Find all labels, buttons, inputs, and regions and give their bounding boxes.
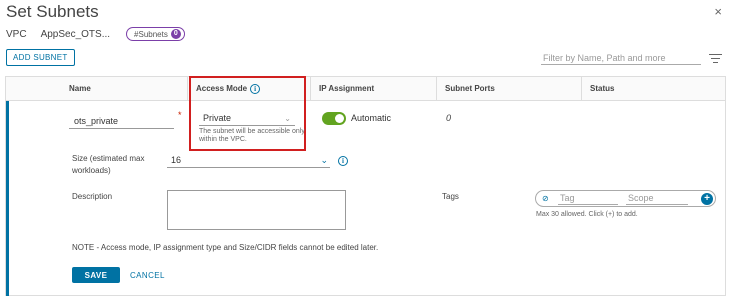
size-select[interactable]: 16 ⌄ <box>167 153 330 168</box>
access-mode-help: The subnet will be accessible only withi… <box>199 128 305 143</box>
subnets-badge: #Subnets 0 <box>126 27 185 41</box>
description-input[interactable] <box>167 190 346 230</box>
required-marker: * <box>178 110 182 120</box>
tags-label: Tags <box>442 192 459 201</box>
add-tag-icon[interactable]: + <box>701 193 713 205</box>
column-header-subnet-ports: Subnet Ports <box>436 77 495 101</box>
column-header-name: Name <box>69 84 91 93</box>
chevron-down-icon: ⌄ <box>320 155 328 165</box>
subnets-badge-label: #Subnets <box>134 29 168 39</box>
ip-assignment-toggle[interactable] <box>322 112 346 125</box>
subnet-ports-value: 0 <box>446 113 452 123</box>
column-header-status: Status <box>581 77 614 101</box>
chevron-down-icon: ⌄ <box>284 114 291 123</box>
ip-assignment-label: Automatic <box>351 113 392 123</box>
edit-note: NOTE - Access mode, IP assignment type a… <box>72 243 379 252</box>
add-subnet-button[interactable]: ADD SUBNET <box>6 49 75 66</box>
description-label: Description <box>72 192 113 201</box>
tags-input-group: ⊘ Tag Scope + <box>535 190 716 207</box>
access-mode-highlight: Private ⌄ The subnet will be accessible … <box>189 76 306 151</box>
save-button[interactable]: SAVE <box>72 267 120 283</box>
tag-icon: ⊘ <box>542 194 549 203</box>
filter-input[interactable] <box>541 51 701 65</box>
filter-icon[interactable] <box>709 54 722 63</box>
column-header-ip-assignment: IP Assignment <box>310 77 374 101</box>
cancel-button[interactable]: CANCEL <box>130 267 165 283</box>
dialog-title: Set Subnets <box>6 2 99 21</box>
table-header: Name Access Mode i IP Assignment Subnet P… <box>6 77 725 101</box>
access-mode-value: Private <box>203 113 232 123</box>
size-value: 16 <box>171 155 182 165</box>
scope-input[interactable]: Scope <box>626 192 688 205</box>
access-mode-select[interactable]: Private ⌄ <box>199 111 295 126</box>
subnets-count: 0 <box>170 29 181 39</box>
size-label: Size (estimated max workloads) <box>72 154 145 175</box>
vpc-context: VPC AppSec_OTS... #Subnets 0 <box>6 27 185 41</box>
name-input[interactable]: ots_private <box>69 113 174 129</box>
subnets-table: Name Access Mode i IP Assignment Subnet P… <box>5 76 726 296</box>
tags-help: Max 30 allowed. Click (+) to add. <box>536 211 638 218</box>
expanded-row: ots_private * Private ⌄ The subnet will … <box>6 76 725 296</box>
vpc-name: AppSec_OTS... <box>40 28 111 40</box>
tag-input[interactable]: Tag <box>558 192 618 205</box>
close-icon[interactable]: × <box>714 4 722 19</box>
size-info-icon[interactable]: i <box>338 156 348 166</box>
vpc-label: VPC <box>6 28 27 40</box>
